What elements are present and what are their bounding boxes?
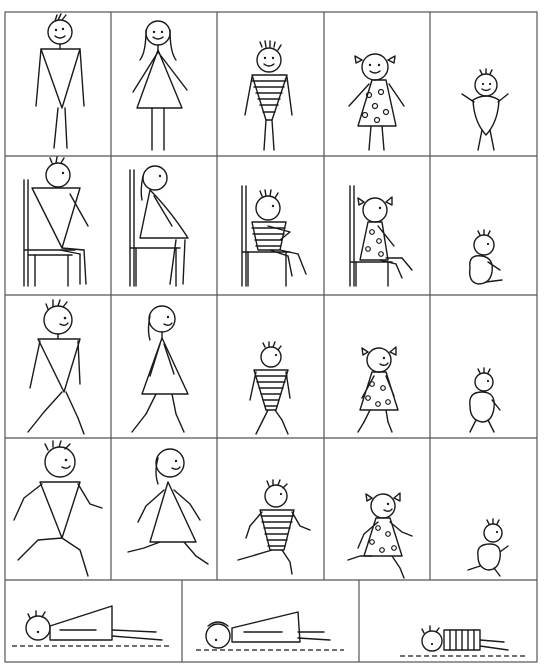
woman-running-figure bbox=[127, 448, 209, 565]
boy-walking-figure bbox=[249, 341, 291, 435]
man-standing-figure bbox=[35, 13, 85, 149]
woman-lying-figure bbox=[196, 611, 344, 651]
man-sitting-figure bbox=[23, 156, 89, 287]
woman-walking-figure bbox=[131, 305, 189, 433]
girl-running-figure bbox=[347, 492, 413, 579]
baby-running-figure bbox=[467, 518, 509, 577]
man-running-figure bbox=[13, 440, 103, 577]
boy-running-figure bbox=[237, 479, 311, 575]
woman-standing-figure bbox=[132, 20, 188, 151]
girl-standing-figure bbox=[348, 53, 405, 151]
baby-walking-figure bbox=[469, 367, 501, 433]
girl-walking-figure bbox=[357, 346, 399, 433]
girl-sitting-figure bbox=[349, 185, 413, 287]
stick-figure-worksheet bbox=[4, 11, 538, 663]
boy-standing-figure bbox=[244, 40, 293, 151]
man-lying-figure bbox=[12, 605, 172, 647]
woman-sitting-figure bbox=[129, 165, 189, 287]
baby-sitting-figure bbox=[468, 229, 503, 285]
boy-lying-figure bbox=[400, 625, 528, 657]
boy-sitting-figure bbox=[241, 185, 307, 287]
man-walking-figure bbox=[27, 299, 85, 435]
baby-standing-figure bbox=[461, 68, 509, 151]
